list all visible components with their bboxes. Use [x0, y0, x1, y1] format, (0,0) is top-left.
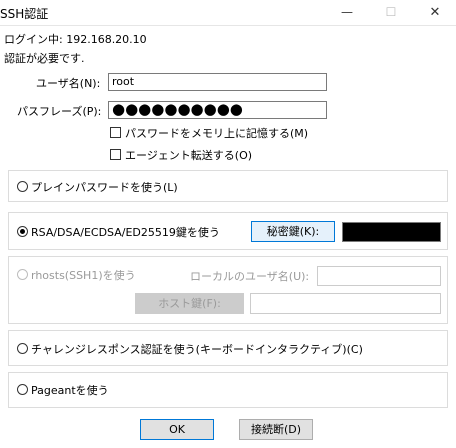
title-bar: SSH認証 — ☐ ✕	[0, 0, 456, 26]
username-label: ユーザ名(N):	[36, 77, 101, 90]
auth-required-text: 認証が必要です.	[4, 52, 85, 65]
plain-password-radio[interactable]	[17, 181, 28, 192]
maximize-icon[interactable]: ☐	[369, 0, 413, 25]
pageant-label: Pageantを使う	[31, 384, 109, 397]
host-key-button[interactable]: ホスト鍵(F):	[135, 293, 244, 314]
window-title: SSH認証	[0, 7, 49, 21]
rsa-key-label: RSA/DSA/ECDSA/ED25519鍵を使う	[31, 226, 220, 239]
local-user-label: ローカルのユーザ名(U):	[190, 270, 310, 283]
passphrase-label: パスフレーズ(P):	[17, 105, 102, 118]
login-status: ログイン中: 192.168.20.10	[4, 33, 147, 46]
private-key-button[interactable]: 秘密鍵(K):	[251, 221, 335, 242]
remember-password-label: パスワードをメモリ上に記憶する(M)	[125, 127, 309, 140]
close-icon[interactable]: ✕	[413, 0, 456, 25]
challenge-response-radio[interactable]	[17, 343, 28, 354]
agent-forward-checkbox[interactable]	[110, 149, 121, 160]
username-input[interactable]: root	[108, 73, 327, 91]
rhosts-radio[interactable]	[17, 269, 28, 280]
host-key-path-field[interactable]	[250, 293, 441, 314]
local-user-input[interactable]	[317, 266, 441, 286]
agent-forward-label: エージェント転送する(O)	[125, 149, 253, 162]
remember-password-checkbox[interactable]	[110, 127, 121, 138]
plain-password-label: プレインパスワードを使う(L)	[31, 181, 178, 194]
rhosts-label: rhosts(SSH1)を使う	[31, 269, 136, 282]
pageant-radio[interactable]	[17, 384, 28, 395]
passphrase-input[interactable]: ●●●●●●●●●●	[108, 101, 327, 119]
private-key-path-field[interactable]	[342, 222, 441, 242]
disconnect-button[interactable]: 接続断(D)	[239, 419, 313, 440]
challenge-response-label: チャレンジレスポンス認証を使う(キーボードインタラクティブ)(C)	[31, 343, 363, 356]
ok-button[interactable]: OK	[140, 419, 214, 440]
rsa-key-radio[interactable]	[17, 226, 28, 237]
minimize-icon[interactable]: —	[325, 0, 369, 25]
